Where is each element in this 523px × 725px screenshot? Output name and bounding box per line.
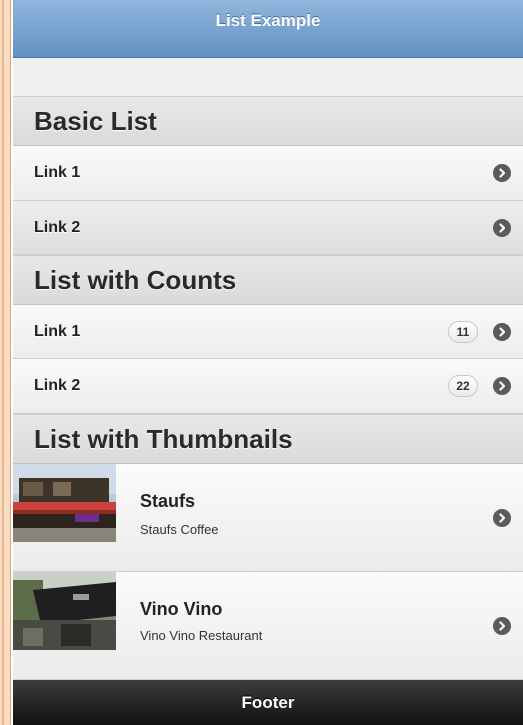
arrow-right-circle-icon [493,218,511,237]
arrow-right-circle-icon [493,164,511,182]
list-item-basic-link-2[interactable]: Link 2 [13,201,523,255]
list-divider-label: List with Counts [34,264,237,295]
list-item-counts-link-1[interactable]: Link 1 11 [13,305,523,359]
arrow-right-circle-icon [493,617,511,635]
list-divider-label: List with Thumbnails [34,423,293,454]
count-badge: 11 [448,320,478,343]
item-subtitle: Vino Vino Restaurant [140,628,263,643]
thumbnail-image [13,464,116,542]
mobile-app: List Example Basic List Link 1 Link 2 Li… [13,0,523,725]
item-title: Vino Vino [140,599,223,619]
item-title: Staufs [140,491,196,511]
list-divider-thumbnails: List with Thumbnails [13,414,523,464]
header-bar: List Example [13,0,523,58]
list-item-label: Link 1 [34,322,81,340]
thumbnail-image [13,572,116,650]
list-item-basic-link-1[interactable]: Link 1 [13,146,523,201]
arrow-right-circle-icon [493,509,511,527]
footer-title: Footer [241,692,295,712]
count-badge: 22 [448,375,478,397]
item-subtitle: Staufs Coffee [140,522,219,537]
footer-bar: Footer [13,680,523,725]
arrow-right-circle-icon [493,322,511,341]
list-item-label: Link 1 [34,164,81,181]
list-divider-label: Basic List [34,105,157,136]
page-title: List Example [215,10,321,30]
list-item-thumbnail-staufs[interactable]: Staufs Staufs Coffee [13,464,523,572]
page-edge-rule [0,0,11,725]
screen: List Example Basic List Link 1 Link 2 Li… [0,0,523,725]
list-divider-counts: List with Counts [13,255,523,305]
list-item-label: Link 2 [34,218,81,236]
list-item-thumbnail-vino-vino[interactable]: Vino Vino Vino Vino Restaurant [13,572,523,680]
list-item-label: Link 2 [34,377,81,394]
arrow-right-circle-icon [493,377,511,395]
list-divider-basic: Basic List [13,96,523,146]
list-item-counts-link-2[interactable]: Link 2 22 [13,359,523,414]
